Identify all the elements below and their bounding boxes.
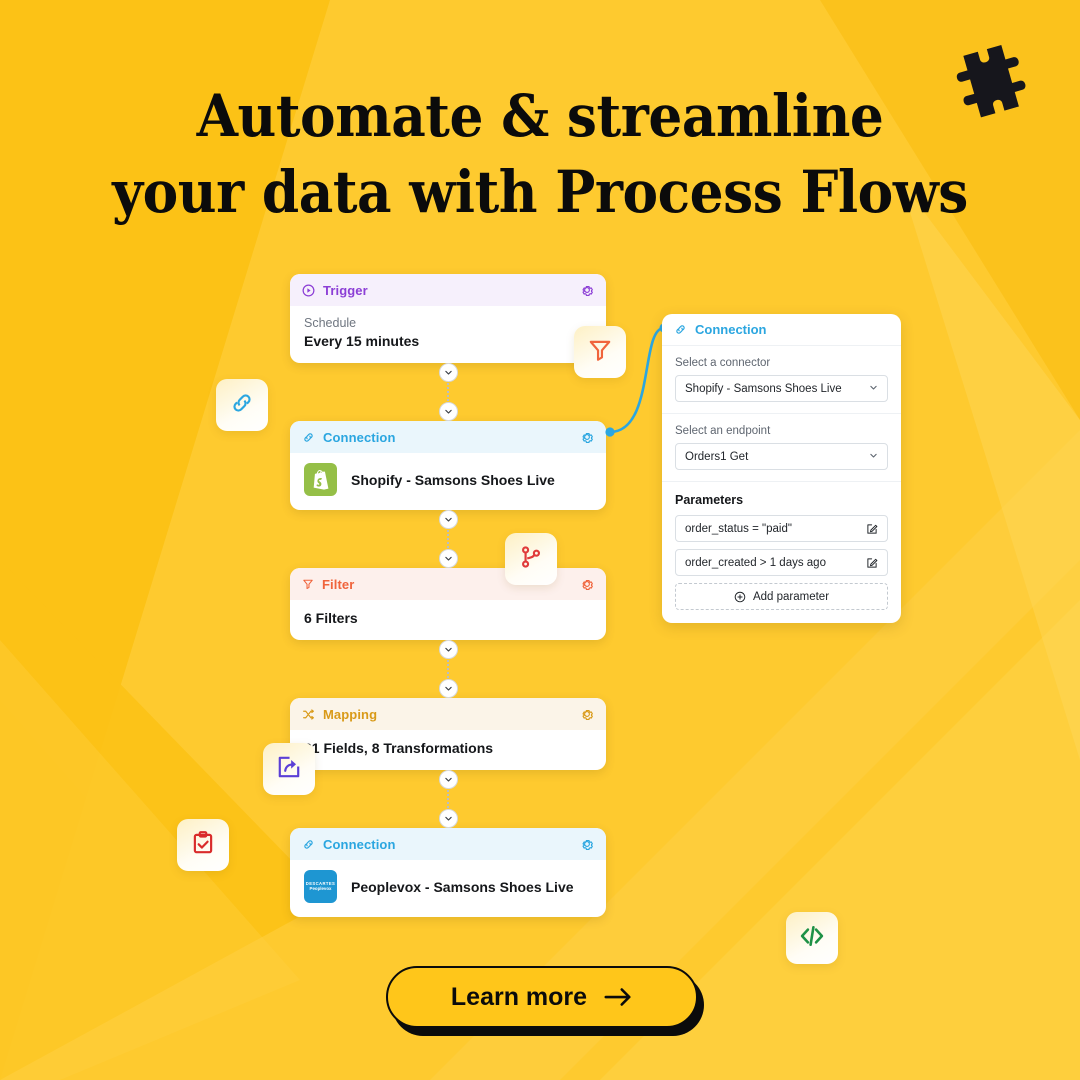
flow-card-title: Connection — [323, 836, 396, 852]
endpoint-select-value: Orders1 Get — [685, 450, 749, 463]
learn-more-button[interactable]: Learn more — [386, 966, 698, 1028]
flow-card-header: Connection — [290, 421, 606, 453]
parameter-text: order_created > 1 days ago — [685, 556, 826, 569]
parameters-title: Parameters — [675, 493, 744, 507]
connector-select[interactable]: Shopify - Samsons Shoes Live — [675, 375, 888, 402]
flow-card-title: Mapping — [323, 706, 378, 722]
connection-value: Shopify - Samsons Shoes Live — [351, 471, 555, 488]
flow-card-body: 21 Fields, 8 Transformations — [290, 730, 606, 770]
share-export-icon — [276, 754, 302, 785]
git-branch-icon — [518, 544, 544, 575]
flow-card-header: Connection — [290, 828, 606, 860]
chevron-down-icon — [869, 383, 878, 395]
connector-select-value: Shopify - Samsons Shoes Live — [685, 382, 842, 395]
floating-code-brackets-icon-tile[interactable] — [786, 912, 838, 964]
gear-icon[interactable] — [580, 707, 594, 721]
add-parameter-button[interactable]: Add parameter — [675, 583, 888, 610]
link-icon — [302, 838, 315, 851]
chevron-down-icon[interactable] — [438, 363, 458, 382]
learn-more-label: Learn more — [450, 982, 588, 1011]
link-icon — [229, 390, 255, 421]
flow-connector — [290, 640, 606, 698]
connector-field-label: Select a connector — [675, 357, 771, 369]
trigger-value: Every 15 minutes — [304, 333, 420, 349]
flow-card-body: Schedule Every 15 minutes — [290, 306, 606, 363]
parameter-text: order_status = "paid" — [685, 522, 792, 535]
plus-circle-icon — [734, 591, 746, 603]
gear-icon[interactable] — [580, 837, 594, 851]
edit-icon[interactable] — [866, 523, 878, 535]
flow-card-title: Trigger — [323, 282, 368, 298]
flow-connector — [290, 770, 606, 828]
headline-line-1: Automate & streamline — [196, 82, 884, 150]
add-parameter-label: Add parameter — [752, 590, 830, 603]
flow-card-body: Shopify - Samsons Shoes Live — [290, 453, 606, 510]
arrow-right-icon — [603, 986, 633, 1008]
poster-canvas: Automate & streamline your data with Pro… — [0, 0, 1080, 1080]
flow-connector — [290, 510, 606, 568]
chevron-down-icon[interactable] — [438, 679, 458, 698]
funnel-icon — [302, 578, 314, 590]
flow-card-trigger[interactable]: Trigger Schedule Every 15 minutes — [290, 274, 606, 363]
flow-card-connection-destination[interactable]: Connection DESCARTES Peoplevox Peoplevox… — [290, 828, 606, 917]
endpoint-select[interactable]: Orders1 Get — [675, 443, 888, 470]
panel-header: Connection — [662, 314, 901, 346]
chevron-down-icon[interactable] — [438, 549, 458, 568]
flow-card-title: Filter — [322, 576, 355, 592]
chevron-down-icon — [869, 451, 878, 463]
peoplevox-logo: DESCARTES Peoplevox — [304, 870, 337, 903]
page-title: Automate & streamline your data with Pro… — [43, 78, 1037, 230]
flow-card-filter[interactable]: Filter 6 Filters — [290, 568, 606, 640]
connection-value: Peoplevox - Samsons Shoes Live — [351, 878, 574, 895]
floating-funnel-icon-tile[interactable] — [574, 326, 626, 378]
flow-card-header: Trigger — [290, 274, 606, 306]
process-flow-list: Trigger Schedule Every 15 minutes Connec… — [290, 274, 606, 917]
clipboard-check-icon — [190, 830, 216, 861]
funnel-icon — [587, 337, 613, 368]
mapping-value: 21 Fields, 8 Transformations — [304, 740, 494, 756]
flow-card-header: Filter — [290, 568, 606, 600]
shuffle-icon — [302, 708, 315, 721]
chevron-down-icon[interactable] — [438, 770, 458, 789]
connection-detail-panel: Connection Select a connector Shopify - … — [662, 314, 901, 623]
flow-card-connection-source[interactable]: Connection Shopify - Samsons Shoes Live — [290, 421, 606, 510]
chevron-down-icon[interactable] — [438, 809, 458, 828]
panel-title: Connection — [695, 322, 767, 337]
endpoint-section: Select an endpoint Orders1 Get — [662, 413, 901, 470]
floating-share-export-icon-tile[interactable] — [263, 743, 315, 795]
flow-card-mapping[interactable]: Mapping 21 Fields, 8 Transformations — [290, 698, 606, 770]
floating-puzzle-icon[interactable] — [944, 44, 1038, 143]
floating-git-branch-icon-tile[interactable] — [505, 533, 557, 585]
flow-card-title: Connection — [323, 429, 396, 445]
flow-card-header: Mapping — [290, 698, 606, 730]
gear-icon[interactable] — [580, 283, 594, 297]
filter-value: 6 Filters — [304, 610, 358, 626]
endpoint-field-label: Select an endpoint — [675, 425, 771, 437]
code-brackets-icon — [798, 922, 826, 955]
trigger-field-label: Schedule — [304, 316, 357, 330]
floating-clipboard-check-icon-tile[interactable] — [177, 819, 229, 871]
learn-more-cta: Learn more — [386, 966, 704, 1036]
headline-line-2: your data with Process Flows — [112, 158, 968, 226]
peoplevox-logo-text-bottom: Peoplevox — [309, 885, 332, 891]
link-icon — [674, 323, 687, 336]
flow-card-body: DESCARTES Peoplevox Peoplevox - Samsons … — [290, 860, 606, 917]
chevron-down-icon[interactable] — [438, 640, 458, 659]
chevron-down-icon[interactable] — [438, 510, 458, 529]
gear-icon[interactable] — [580, 577, 594, 591]
link-icon — [302, 431, 315, 444]
flow-connector — [290, 363, 606, 421]
parameter-row[interactable]: order_created > 1 days ago — [675, 549, 888, 576]
parameters-section: Parameters order_status = "paid" order_c… — [662, 481, 901, 610]
chevron-down-icon[interactable] — [438, 402, 458, 421]
parameter-row[interactable]: order_status = "paid" — [675, 515, 888, 542]
flow-card-body: 6 Filters — [290, 600, 606, 640]
play-circle-icon — [302, 284, 315, 297]
shopify-logo — [304, 463, 337, 496]
edit-icon[interactable] — [866, 557, 878, 569]
floating-link-icon-tile[interactable] — [216, 379, 268, 431]
connector-section: Select a connector Shopify - Samsons Sho… — [662, 346, 901, 402]
gear-icon[interactable] — [580, 430, 594, 444]
